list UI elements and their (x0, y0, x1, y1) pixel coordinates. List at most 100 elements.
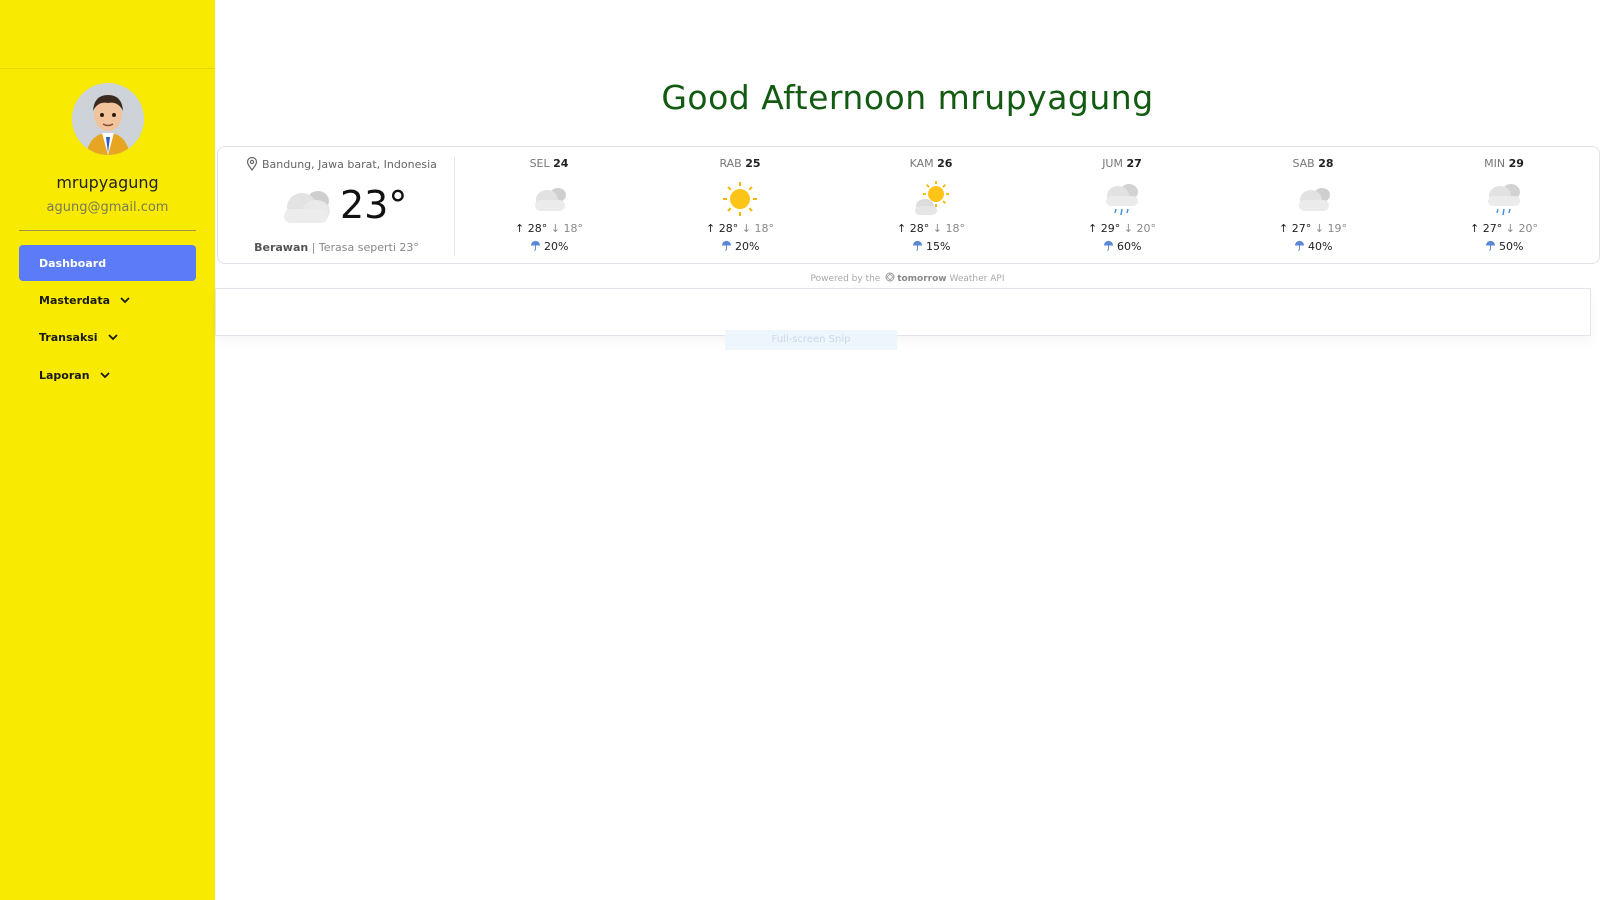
forecast-rain-chance: 60% (1117, 240, 1142, 253)
arrow-up-icon: ↑ (706, 222, 716, 235)
forecast-rain: 20% (646, 240, 834, 253)
arrow-down-icon: ↓ (1505, 222, 1515, 235)
arrow-down-icon: ↓ (1123, 222, 1133, 235)
forecast-high: 28° (527, 222, 548, 235)
sun-icon (720, 181, 760, 217)
nav-transaksi-label: Transaksi (39, 330, 98, 344)
forecast-dow: SEL (529, 157, 550, 170)
forecast-high: 28° (909, 222, 930, 235)
arrow-up-icon: ↑ (1279, 222, 1289, 235)
forecast-temps: ↑ 28° ↓ 18° (455, 222, 643, 235)
forecast-rain: 20% (455, 240, 643, 253)
forecast-date: 24 (553, 157, 569, 170)
current-weather: Bandung, Jawa barat, Indonesia 23° Beraw… (218, 147, 455, 265)
forecast-high: 27° (1482, 222, 1503, 235)
forecast-low: 20° (1136, 222, 1156, 235)
nav-dashboard[interactable]: Dashboard (19, 245, 196, 281)
forecast-day-label: KAM 26 (837, 157, 1025, 170)
user-email: agung@gmail.com (46, 200, 169, 215)
chevron-down-icon (120, 297, 130, 304)
current-temperature: 23° (340, 183, 408, 227)
forecast-rain-chance: 50% (1499, 240, 1524, 253)
greeting-heading: Good Afternoon mrupyagung (661, 78, 1154, 117)
powered-by[interactable]: Powered by the tomorrow Weather API (215, 272, 1600, 284)
forecast-rain-chance: 20% (735, 240, 760, 253)
nav-masterdata[interactable]: Masterdata (19, 282, 196, 318)
forecast-date: 26 (937, 157, 953, 170)
location-pin-icon (246, 157, 258, 171)
forecast-rain-chance: 40% (1308, 240, 1333, 253)
forecast-date: 28 (1318, 157, 1334, 170)
feels-like: Terasa seperti 23° (318, 241, 419, 254)
powered-brand: tomorrow (897, 274, 947, 284)
forecast-dow: KAM (909, 157, 934, 170)
cloud-icon (529, 181, 569, 217)
forecast-dow: SAB (1292, 157, 1315, 170)
forecast-date: 29 (1508, 157, 1524, 170)
forecast-rain-chance: 20% (544, 240, 569, 253)
current-condition: Berawan (254, 241, 309, 254)
umbrella-icon (721, 240, 732, 253)
sidebar-divider (19, 230, 196, 231)
umbrella-icon (1294, 240, 1305, 253)
arrow-up-icon: ↑ (1470, 222, 1480, 235)
umbrella-icon (530, 240, 541, 253)
umbrella-icon (1103, 240, 1114, 253)
tomorrow-logo-icon (885, 272, 895, 282)
rain-icon (1484, 181, 1524, 217)
umbrella-icon (1485, 240, 1496, 253)
forecast-rain-chance: 15% (926, 240, 951, 253)
forecast-day: SEL 24 ↑ 28° ↓ 18° 20% (455, 147, 643, 265)
forecast-dow: MIN (1484, 157, 1506, 170)
forecast-temps: ↑ 28° ↓ 18° (837, 222, 1025, 235)
forecast-temps: ↑ 27° ↓ 20° (1410, 222, 1598, 235)
nav-masterdata-label: Masterdata (39, 293, 111, 307)
cloud-icon (284, 191, 330, 223)
forecast-day: SAB 28 ↑ 27° ↓ 19° 40% (1219, 147, 1407, 265)
arrow-up-icon: ↑ (515, 222, 525, 235)
location: Bandung, Jawa barat, Indonesia (246, 157, 437, 171)
location-text: Bandung, Jawa barat, Indonesia (262, 157, 437, 171)
forecast-low: 18° (945, 222, 965, 235)
forecast-day-label: SEL 24 (455, 157, 643, 170)
avatar (72, 83, 144, 155)
snip-overlay: Full-screen Snip (725, 330, 897, 350)
forecast-dow: RAB (719, 157, 742, 170)
arrow-down-icon: ↓ (741, 222, 751, 235)
forecast-day: MIN 29 ↑ 27° ↓ 20° 50% (1410, 147, 1598, 265)
forecast-rain: 40% (1219, 240, 1407, 253)
forecast-rain: 15% (837, 240, 1025, 253)
user-name: mrupyagung (56, 173, 159, 192)
forecast-date: 27 (1126, 157, 1142, 170)
forecast-day: JUM 27 ↑ 29° ↓ 20° 60% (1028, 147, 1216, 265)
nav-laporan[interactable]: Laporan (19, 357, 196, 393)
partly-cloudy-icon (911, 181, 951, 217)
arrow-up-icon: ↑ (1088, 222, 1098, 235)
forecast-high: 27° (1291, 222, 1312, 235)
forecast-day-label: JUM 27 (1028, 157, 1216, 170)
chevron-down-icon (107, 334, 118, 341)
forecast-day-label: MIN 29 (1410, 157, 1598, 170)
arrow-down-icon: ↓ (932, 222, 942, 235)
arrow-down-icon: ↓ (1314, 222, 1324, 235)
forecast-high: 29° (1100, 222, 1121, 235)
forecast-low: 18° (754, 222, 774, 235)
rain-icon (1102, 181, 1142, 217)
forecast-temps: ↑ 28° ↓ 18° (646, 222, 834, 235)
current-description: Berawan | Terasa seperti 23° (218, 241, 455, 254)
forecast-day: RAB 25 ↑ 28° ↓ 18° 20% (646, 147, 834, 265)
forecast-temps: ↑ 29° ↓ 20° (1028, 222, 1216, 235)
forecast-day-label: RAB 25 (646, 157, 834, 170)
forecast-high: 28° (718, 222, 739, 235)
forecast-temps: ↑ 27° ↓ 19° (1219, 222, 1407, 235)
powered-prefix: Powered by the (810, 274, 881, 284)
forecast-low: 18° (563, 222, 583, 235)
forecast-dow: JUM (1102, 157, 1123, 170)
nav-transaksi[interactable]: Transaksi (19, 319, 196, 355)
forecast-rain: 50% (1410, 240, 1598, 253)
forecast-low: 19° (1327, 222, 1347, 235)
cloud-icon (1293, 181, 1333, 217)
sidebar-header (0, 0, 215, 69)
nav-dashboard-label: Dashboard (39, 256, 107, 270)
chevron-down-icon (99, 372, 110, 379)
